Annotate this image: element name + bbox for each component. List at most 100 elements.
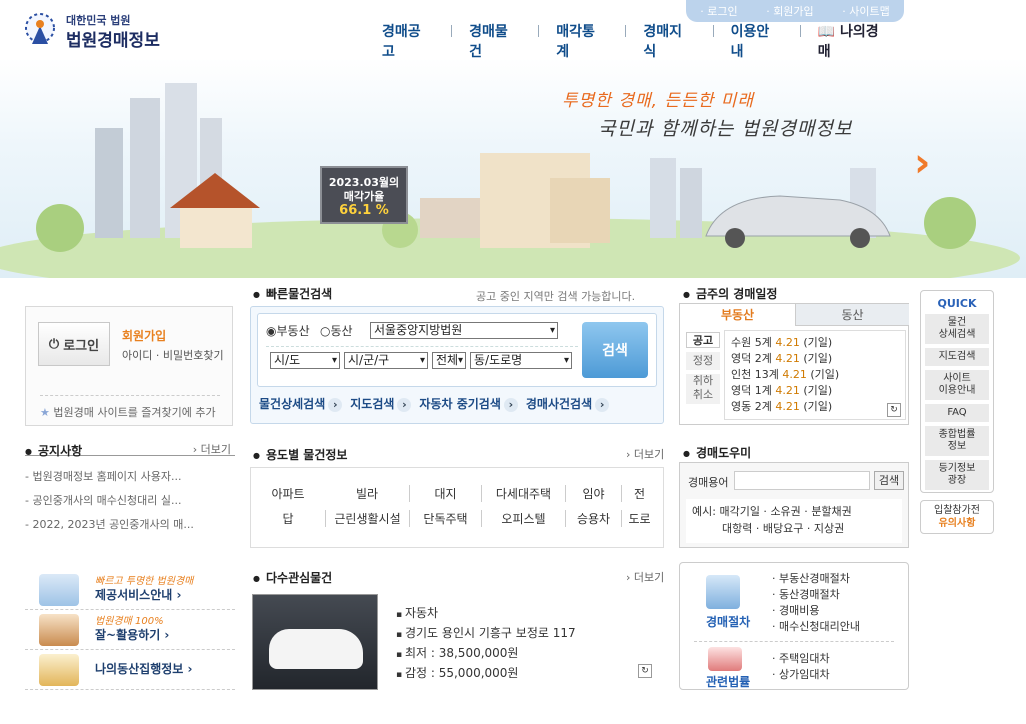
dict-term[interactable]: 지상권 bbox=[814, 522, 844, 535]
link-vehicle-search[interactable]: 자동차 중기검색 bbox=[419, 395, 517, 412]
procedure-link[interactable]: 경매비용 bbox=[772, 603, 860, 619]
notice-more-link[interactable]: 더보기 bbox=[193, 441, 231, 457]
dict-term[interactable]: 매각기일 bbox=[719, 505, 759, 518]
my-execution-banner[interactable]: 나의동산집행정보 › bbox=[25, 652, 235, 690]
dict-search-button[interactable]: 검색 bbox=[874, 471, 904, 490]
nav-auction-items[interactable]: 경매물건 bbox=[451, 21, 538, 61]
login-button[interactable]: ⏻ 로그인 bbox=[38, 322, 110, 366]
quick-faq[interactable]: FAQ bbox=[925, 404, 989, 422]
usage-multiunit[interactable]: 다세대주택 bbox=[481, 485, 565, 502]
dict-term[interactable]: 대항력 bbox=[722, 522, 752, 535]
usage-road[interactable]: 도로 bbox=[621, 510, 657, 527]
quick-registry[interactable]: 등기정보 광장 bbox=[925, 460, 989, 490]
quick-map-search[interactable]: 지도검색 bbox=[925, 348, 989, 366]
banner-next-arrow-icon[interactable]: › bbox=[914, 140, 930, 186]
radio-movable[interactable]: ○동산 bbox=[320, 322, 353, 339]
sigungu-select[interactable]: 시/군/구 bbox=[344, 352, 428, 369]
schedule-item[interactable]: 영동 2계 4.21 (기일) bbox=[731, 399, 899, 415]
banner-label: 제공서비스안내 › bbox=[95, 588, 182, 602]
item-no: 5계 bbox=[754, 336, 772, 349]
usage-detached[interactable]: 단독주택 bbox=[409, 510, 481, 527]
schedule-item[interactable]: 수원 5계 4.21 (기일) bbox=[731, 335, 899, 351]
quick-search-button[interactable]: 검색 bbox=[582, 322, 648, 378]
radio-realestate[interactable]: ◉부동산 bbox=[266, 322, 310, 339]
law-link[interactable]: 주택임대차 bbox=[772, 651, 830, 667]
link-detail-search[interactable]: 물건상세검색 bbox=[259, 395, 342, 412]
usage-more-link[interactable]: 더보기 bbox=[626, 446, 664, 462]
dict-term[interactable]: 배당요구 bbox=[763, 522, 803, 535]
procedure-link[interactable]: 동산경매절차 bbox=[772, 587, 860, 603]
popular-item[interactable]: 자동차 경기도 용인시 기흥구 보정로 117 최저 : 38,500,000원… bbox=[250, 590, 664, 690]
usage-villa[interactable]: 빌라 bbox=[325, 485, 409, 502]
refresh-icon[interactable]: ↻ bbox=[887, 403, 901, 417]
dong-select[interactable]: 동/도로명 bbox=[470, 352, 572, 369]
favorite-link[interactable]: ★ 법원경매 사이트를 즐겨찾기에 추가 bbox=[40, 395, 220, 420]
quick-detail-search[interactable]: 물건 상세검색 bbox=[925, 314, 989, 344]
radio-movable-label: 동산 bbox=[330, 324, 353, 338]
join-link[interactable]: 회원가입 bbox=[122, 327, 166, 344]
star-icon: ★ bbox=[40, 406, 54, 419]
usage-forest[interactable]: 임야 bbox=[565, 485, 621, 502]
schedule-item[interactable]: 영덕 1계 4.21 (기일) bbox=[731, 383, 899, 399]
usage-neighborhood[interactable]: 근린생활시설 bbox=[325, 510, 409, 527]
banner-slogan-1: 투명한 경매, 든든한 미래 bbox=[562, 91, 755, 111]
schedule-item[interactable]: 영덕 2계 4.21 (기일) bbox=[731, 351, 899, 367]
top-link-join[interactable]: 회원가입 bbox=[766, 3, 813, 19]
schedule-item[interactable]: 인천 13계 4.21 (기일) bbox=[731, 367, 899, 383]
law-heading[interactable]: 관련법률 bbox=[706, 673, 750, 690]
item-date: 4.21 bbox=[775, 384, 800, 397]
dict-term[interactable]: 분할채권 bbox=[811, 505, 851, 518]
dict-examples: 예시: 매각기일 · 소유권 · 분할채권 대항력 · 배당요구 · 지상권 bbox=[686, 499, 902, 543]
side-notice[interactable]: 공고 bbox=[686, 332, 720, 348]
link-map-search[interactable]: 지도검색 bbox=[350, 395, 411, 412]
usage-land[interactable]: 대지 bbox=[409, 485, 481, 502]
service-guide-banner[interactable]: 빠르고 투명한 법원경매 제공서비스안내 › bbox=[25, 572, 235, 610]
tab-realestate[interactable]: 부동산 bbox=[680, 304, 795, 326]
city-illustration bbox=[0, 83, 1020, 278]
popular-item-photo[interactable] bbox=[252, 594, 378, 690]
usage-tips-banner[interactable]: 법원경매 100% 잘~활용하기 › bbox=[25, 612, 235, 650]
procedure-list: 부동산경매절차 동산경매절차 경매비용 매수신청대리안내 bbox=[772, 571, 860, 635]
popular-address: 경기도 용인시 기흥구 보정로 117 bbox=[396, 624, 576, 644]
banner-label: 잘~활용하기 › bbox=[95, 628, 170, 642]
popular-more-link[interactable]: 더보기 bbox=[626, 569, 664, 585]
quick-site-guide[interactable]: 사이트 이용안내 bbox=[925, 370, 989, 400]
link-case-search[interactable]: 경매사건검색 bbox=[526, 395, 609, 412]
procedure-heading[interactable]: 경매절차 bbox=[706, 613, 750, 630]
refresh-icon[interactable]: ↻ bbox=[638, 664, 652, 678]
usage-apartment[interactable]: 아파트 bbox=[251, 485, 325, 502]
law-link[interactable]: 상가임대차 bbox=[772, 667, 830, 683]
top-link-sitemap[interactable]: 사이트맵 bbox=[842, 3, 889, 19]
court-select[interactable]: 서울중앙지방법원 bbox=[370, 322, 558, 339]
site-logo[interactable]: 대한민국 법원 법원경매정보 bbox=[20, 8, 180, 52]
dict-term[interactable]: 소유권 bbox=[770, 505, 800, 518]
notice-item[interactable]: 법원경매정보 홈페이지 사용자... bbox=[25, 468, 235, 484]
nav-my-auction[interactable]: 📖 나의경매 bbox=[799, 21, 909, 61]
notice-item[interactable]: 2022, 2023년 공인중개사의 매... bbox=[25, 516, 235, 532]
bid-notice-link[interactable]: 입찰참가전 유의사항 bbox=[920, 500, 994, 534]
notice-item[interactable]: 공인중개사의 매수신청대리 실... bbox=[25, 492, 235, 508]
nav-usage-guide[interactable]: 이용안내 bbox=[712, 21, 800, 61]
side-correct[interactable]: 정정 bbox=[686, 352, 720, 370]
side-cancel[interactable]: 취하 취소 bbox=[686, 374, 720, 404]
sido-select[interactable]: 시/도 bbox=[270, 352, 340, 369]
procedure-link[interactable]: 매수신청대리안내 bbox=[772, 619, 860, 635]
top-link-login[interactable]: 로그인 bbox=[700, 3, 737, 19]
area-select[interactable]: 전체 bbox=[432, 352, 466, 369]
quick-search-note: 공고 중인 지역만 검색 가능합니다. bbox=[476, 290, 636, 303]
nav-sale-stats[interactable]: 매각통계 bbox=[538, 21, 625, 61]
find-account-link[interactable]: 아이디 · 비밀번호찾기 bbox=[122, 347, 224, 363]
tab-movable[interactable]: 동산 bbox=[795, 304, 909, 326]
procedure-link[interactable]: 부동산경매절차 bbox=[772, 571, 860, 587]
nav-auction-notice[interactable]: 경매공고 bbox=[364, 21, 451, 61]
usage-car[interactable]: 승용차 bbox=[565, 510, 621, 527]
usage-paddy[interactable]: 답 bbox=[251, 510, 325, 527]
usage-field[interactable]: 전 bbox=[621, 485, 657, 502]
quick-law-info[interactable]: 종합법률 정보 bbox=[925, 426, 989, 456]
dict-input[interactable] bbox=[734, 471, 870, 490]
quick-title: QUICK bbox=[937, 297, 977, 310]
usage-officetel[interactable]: 오피스텔 bbox=[481, 510, 565, 527]
quick-menu: QUICK 물건 상세검색 지도검색 사이트 이용안내 FAQ 종합법률 정보 … bbox=[920, 290, 994, 493]
nav-auction-knowledge[interactable]: 경매지식 bbox=[625, 21, 712, 61]
item-date: 4.21 bbox=[782, 368, 807, 381]
